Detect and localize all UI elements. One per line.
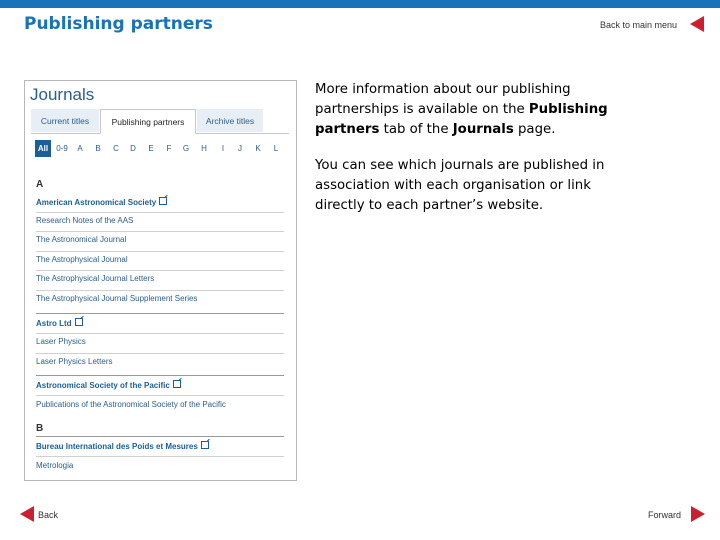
letter-c[interactable]: C [111, 140, 121, 157]
page-title: Publishing partners [24, 14, 213, 34]
journal-link[interactable]: The Astrophysical Journal Letters [36, 274, 154, 283]
section-heading-b: B [36, 423, 44, 434]
org-american-astronomical-society[interactable]: American Astronomical Society [36, 197, 168, 207]
text-span: tab of the [379, 122, 453, 137]
org-bureau-international-des-poids-et-mesures[interactable]: Bureau International des Poids et Mesure… [36, 441, 209, 451]
divider [36, 231, 284, 232]
divider [36, 212, 284, 213]
divider [36, 375, 284, 376]
letter-d[interactable]: D [128, 140, 138, 157]
top-accent-bar [0, 0, 720, 8]
journal-link[interactable]: Metrologia [36, 461, 73, 470]
divider [36, 333, 284, 334]
external-link-icon[interactable] [74, 318, 83, 326]
org-astro-ltd[interactable]: Astro Ltd [36, 318, 83, 328]
divider [36, 251, 284, 252]
org-name[interactable]: Astro Ltd [36, 319, 72, 328]
external-link-icon[interactable] [159, 197, 168, 205]
letter-e[interactable]: E [146, 140, 156, 157]
letter-all[interactable]: All [35, 140, 51, 157]
text-bold: Journals [452, 122, 514, 137]
back-to-main-menu-link[interactable]: Back to main menu [600, 20, 677, 30]
journal-tabs: Current titles Publishing partners Archi… [31, 109, 289, 134]
journals-heading: Journals [30, 85, 95, 104]
journal-link[interactable]: The Astrophysical Journal [36, 255, 128, 264]
letter-b[interactable]: B [93, 140, 103, 157]
journal-link[interactable]: Laser Physics Letters [36, 357, 112, 366]
text-span: page. [513, 122, 556, 137]
journals-screenshot-panel: Journals Current titles Publishing partn… [24, 80, 297, 481]
letter-h[interactable]: H [199, 140, 209, 157]
divider [36, 353, 284, 354]
forward-arrow-icon[interactable] [691, 506, 705, 522]
org-astronomical-society-of-the-pacific[interactable]: Astronomical Society of the Pacific [36, 380, 181, 390]
divider [36, 395, 284, 396]
back-arrow-icon[interactable] [20, 506, 34, 522]
journal-link[interactable]: Laser Physics [36, 337, 86, 346]
divider [36, 290, 284, 291]
external-link-icon[interactable] [200, 441, 209, 449]
external-link-icon[interactable] [172, 380, 181, 388]
tab-current-titles[interactable]: Current titles [31, 109, 99, 132]
journal-link[interactable]: The Astronomical Journal [36, 235, 126, 244]
divider [36, 270, 284, 271]
divider [36, 313, 284, 314]
letter-j[interactable]: J [235, 140, 245, 157]
divider [36, 436, 284, 437]
forward-button[interactable]: Forward [648, 510, 681, 520]
letter-g[interactable]: G [181, 140, 191, 157]
section-heading-a: A [36, 179, 44, 190]
journal-link[interactable]: The Astrophysical Journal Supplement Ser… [36, 294, 197, 303]
letter-0-9[interactable]: 0-9 [55, 140, 69, 157]
letter-f[interactable]: F [164, 140, 174, 157]
letter-k[interactable]: K [253, 140, 263, 157]
tab-publishing-partners[interactable]: Publishing partners [100, 109, 196, 134]
journal-link[interactable]: Publications of the Astronomical Society… [36, 400, 226, 409]
divider [36, 456, 284, 457]
paragraph-partner-links: You can see which journals are published… [315, 158, 605, 213]
org-name[interactable]: Astronomical Society of the Pacific [36, 381, 170, 390]
back-button[interactable]: Back [38, 510, 58, 520]
back-to-menu-arrow-icon[interactable] [690, 16, 704, 32]
letter-l[interactable]: L [271, 140, 281, 157]
org-name[interactable]: American Astronomical Society [36, 198, 156, 207]
tab-archive-titles[interactable]: Archive titles [197, 109, 263, 132]
org-name[interactable]: Bureau International des Poids et Mesure… [36, 442, 198, 451]
letter-i[interactable]: I [218, 140, 228, 157]
journal-link[interactable]: Research Notes of the AAS [36, 216, 133, 225]
paragraph-more-information: More information about our publishing pa… [315, 80, 615, 140]
letter-a[interactable]: A [75, 140, 85, 157]
